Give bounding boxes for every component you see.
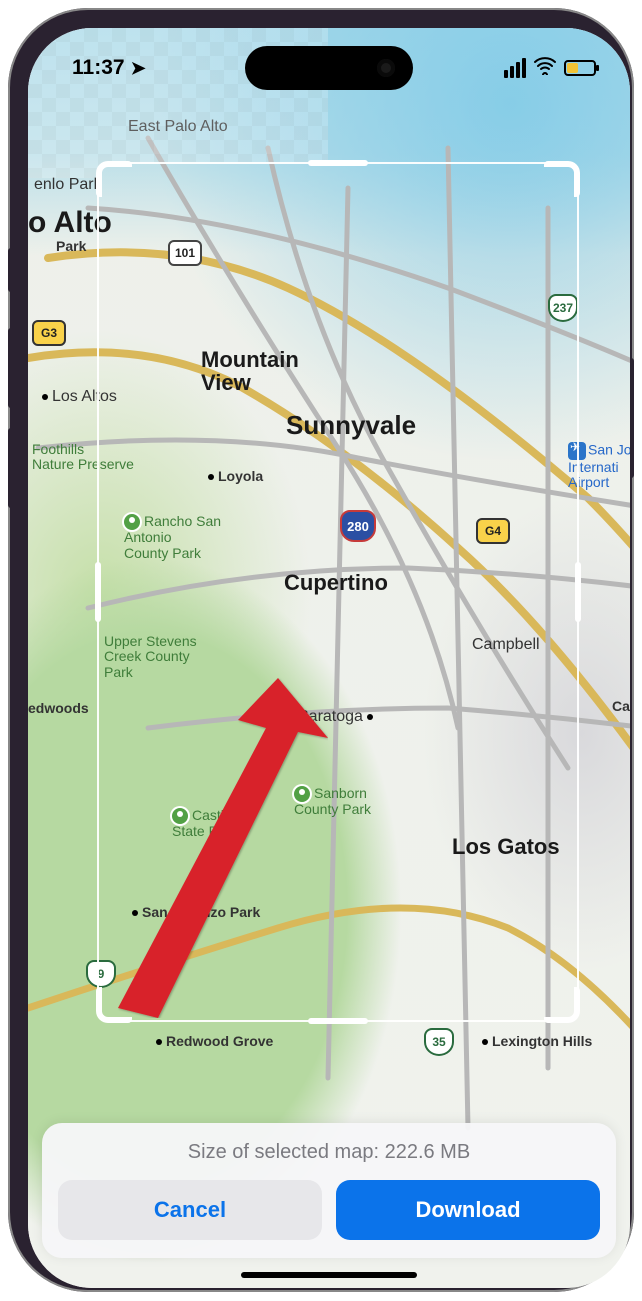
label-palo-alto-park: Park <box>56 238 86 254</box>
selection-handle-bl[interactable] <box>96 987 132 1023</box>
selection-handle-tl[interactable] <box>96 161 132 197</box>
selection-handle-br[interactable] <box>544 987 580 1023</box>
selection-handle-left[interactable] <box>95 562 101 622</box>
screen: East Palo Alto enlo Park o Alto Park Mou… <box>28 28 630 1288</box>
label-east-palo-alto: East Palo Alto <box>128 118 228 136</box>
label-menlo-park: enlo Park <box>34 176 102 194</box>
selection-handle-tr[interactable] <box>544 161 580 197</box>
map-canvas[interactable]: East Palo Alto enlo Park o Alto Park Mou… <box>28 28 630 1288</box>
dynamic-island <box>245 46 413 90</box>
selection-handle-top[interactable] <box>308 160 368 166</box>
download-sheet: Size of selected map: 222.6 MB Cancel Do… <box>42 1123 616 1258</box>
side-button-vol-up <box>8 328 14 408</box>
download-button[interactable]: Download <box>336 1180 600 1240</box>
shield-g3: G3 <box>32 320 66 346</box>
shield-ca35: 35 <box>424 1028 454 1056</box>
wifi-icon <box>534 57 556 80</box>
label-redwood-grove: Redwood Grove <box>152 1033 273 1049</box>
home-indicator[interactable] <box>241 1272 417 1278</box>
label-ca: Ca <box>612 698 630 714</box>
size-value: 222.6 MB <box>385 1141 471 1163</box>
size-label: Size of selected map: 222.6 MB <box>58 1141 600 1164</box>
battery-icon <box>564 60 596 76</box>
label-redwoods: edwoods <box>28 700 89 716</box>
label-lexington-hills: Lexington Hills <box>478 1033 592 1049</box>
cellular-bars-icon <box>504 58 526 78</box>
selection-handle-right[interactable] <box>575 562 581 622</box>
side-button-vol-down <box>8 428 14 508</box>
cancel-button[interactable]: Cancel <box>58 1180 322 1240</box>
location-arrow-icon: ➤ <box>131 58 146 79</box>
selection-handle-bottom[interactable] <box>308 1018 368 1024</box>
map-selection-box[interactable] <box>98 163 578 1021</box>
device-frame: East Palo Alto enlo Park o Alto Park Mou… <box>8 8 634 1292</box>
status-time: 11:37 <box>72 56 125 80</box>
side-button-silent <box>8 248 14 292</box>
